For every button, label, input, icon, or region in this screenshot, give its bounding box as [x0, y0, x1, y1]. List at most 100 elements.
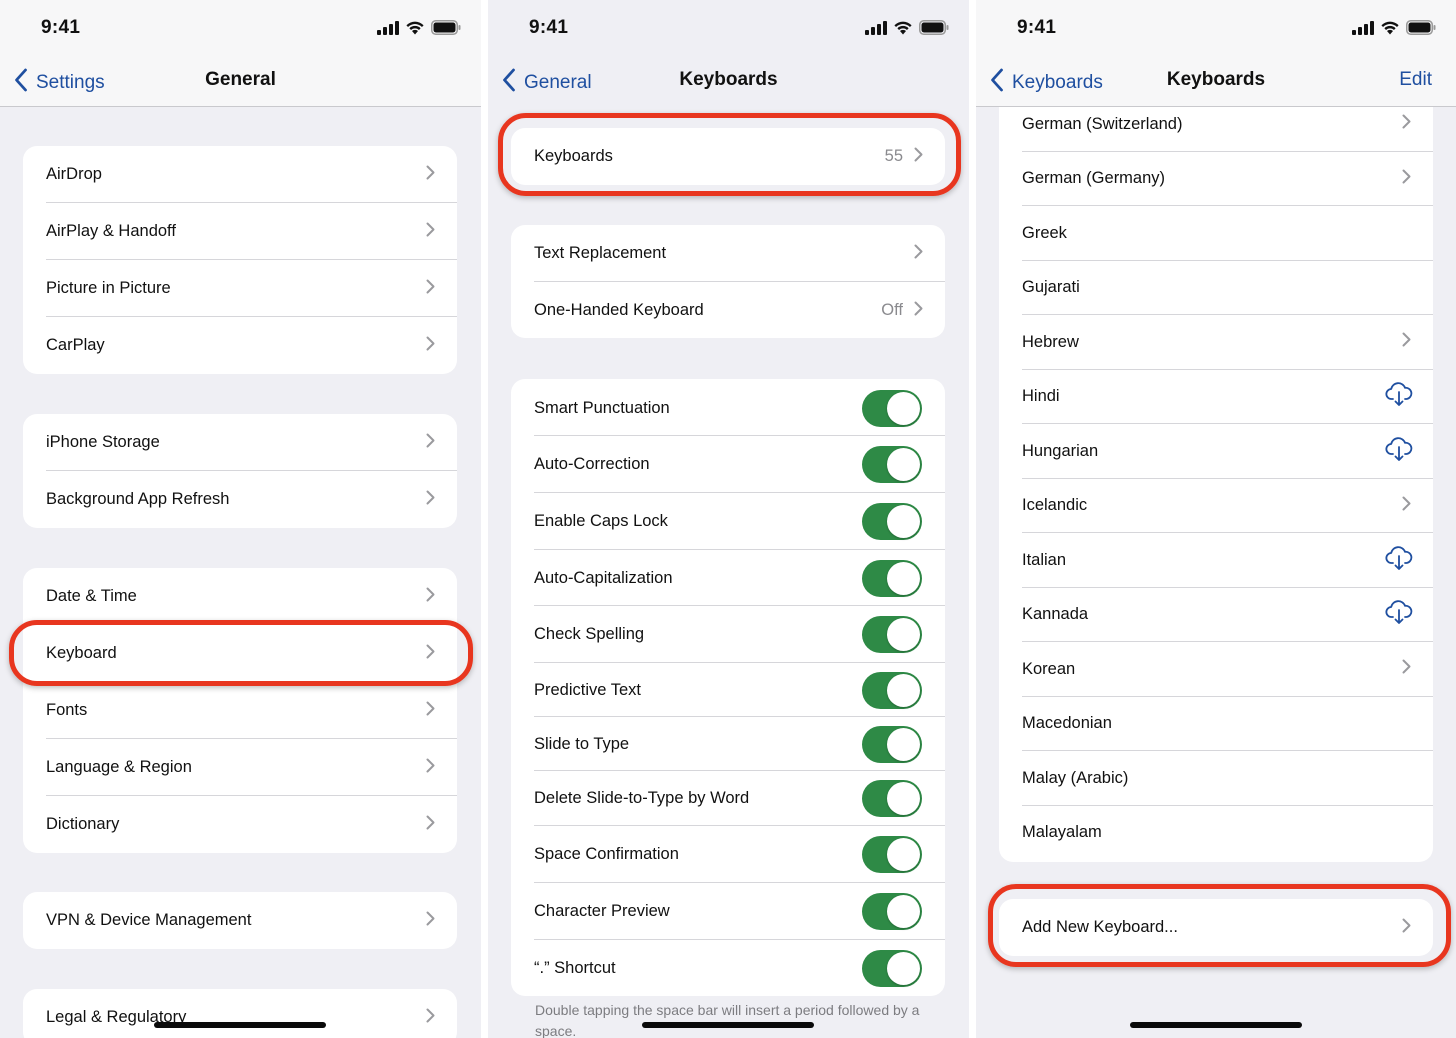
toggle-switch[interactable]	[862, 503, 922, 540]
settings-row-keyboard[interactable]: Keyboard	[23, 625, 457, 682]
cloud-download-icon[interactable]	[1385, 436, 1413, 467]
keyboard-row-macedonian[interactable]: Macedonian	[999, 697, 1433, 751]
row-label: “.” Shortcut	[534, 958, 616, 977]
row-label: Slide to Type	[534, 734, 630, 753]
row-label: Delete Slide-to-Type by Word	[534, 789, 750, 807]
settings-row-legal-regulatory[interactable]: Legal & Regulatory	[23, 989, 457, 1038]
toggle-switch[interactable]	[862, 725, 922, 763]
keyboard-row-hungarian[interactable]: Hungarian	[999, 424, 1433, 479]
settings-row-iphone-storage[interactable]: iPhone Storage	[23, 414, 457, 471]
toggle-row-slide-to-type[interactable]: Slide to Type	[511, 717, 945, 771]
cloud-download-icon[interactable]	[1385, 545, 1413, 576]
toggle-knob	[887, 391, 920, 425]
toggle-knob	[887, 951, 920, 985]
chevron-right-icon	[426, 165, 435, 185]
nav-bar: Keyboards Keyboards Edit	[976, 56, 1456, 107]
row-label: Macedonian	[1022, 714, 1112, 733]
toggle-knob	[887, 561, 920, 595]
keyboard-row-korean[interactable]: Korean	[999, 642, 1433, 697]
toggle-switch[interactable]	[862, 836, 922, 873]
settings-row-one-handed-keyboard[interactable]: One-Handed Keyboard Off	[511, 282, 945, 338]
toggle-row-predictive-text[interactable]: Predictive Text	[511, 663, 945, 717]
toggle-switch[interactable]	[862, 616, 922, 653]
wifi-icon	[405, 20, 425, 35]
row-label: Smart Punctuation	[534, 398, 670, 417]
cellular-signal-icon	[865, 20, 887, 35]
page-title: General	[205, 69, 276, 90]
settings-row-text-replacement[interactable]: Text Replacement	[511, 225, 945, 282]
settings-row-fonts[interactable]: Fonts	[23, 682, 457, 739]
page-title: Keyboards	[679, 69, 778, 90]
toggle-switch[interactable]	[862, 780, 922, 817]
settings-row-language-region[interactable]: Language & Region	[23, 739, 457, 796]
row-label: German (Germany)	[1022, 169, 1166, 188]
keyboard-row-hindi[interactable]: Hindi	[999, 370, 1433, 424]
row-label: Keyboard	[46, 644, 117, 662]
row-label: CarPlay	[46, 336, 105, 354]
add-new-keyboard-button[interactable]: Add New Keyboard...	[999, 899, 1433, 956]
toggle-switch[interactable]	[862, 446, 922, 483]
chevron-right-icon	[1402, 169, 1411, 189]
row-label: Korean	[1022, 659, 1076, 678]
toggle-switch[interactable]	[862, 389, 922, 427]
row-label: Auto-Capitalization	[534, 568, 673, 587]
toggle-row-space-confirmation[interactable]: Space Confirmation	[511, 826, 945, 883]
chevron-right-icon	[1402, 918, 1411, 938]
toggle-row-auto-capitalization[interactable]: Auto-Capitalization	[511, 550, 945, 606]
status-bar: 9:41	[488, 0, 969, 56]
cloud-download-icon[interactable]	[1385, 599, 1413, 630]
settings-row-picture-in-picture[interactable]: Picture in Picture	[23, 260, 457, 317]
keyboard-row-italian[interactable]: Italian	[999, 533, 1433, 588]
settings-row-carplay[interactable]: CarPlay	[23, 317, 457, 374]
toggle-row-check-spelling[interactable]: Check Spelling	[511, 606, 945, 663]
edit-button[interactable]: Edit	[1399, 69, 1432, 91]
settings-group: iPhone Storage Background App Refresh	[23, 414, 457, 528]
row-label: Kannada	[1022, 605, 1089, 624]
chevron-right-icon	[1402, 659, 1411, 679]
battery-icon	[919, 20, 949, 35]
settings-row-airplay-handoff[interactable]: AirPlay & Handoff	[23, 203, 457, 260]
status-bar: 9:41	[0, 0, 481, 56]
keyboard-row-icelandic[interactable]: Icelandic	[999, 479, 1433, 533]
cloud-download-icon[interactable]	[1385, 381, 1413, 412]
row-label: Background App Refresh	[46, 490, 230, 508]
toggle-row-auto-correction[interactable]: Auto-Correction	[511, 436, 945, 493]
toggle-switch[interactable]	[862, 671, 922, 709]
chevron-right-icon	[426, 587, 435, 607]
toggle-row-shortcut[interactable]: “.” Shortcut	[511, 940, 945, 996]
nav-bar: Settings General	[0, 56, 481, 107]
keyboards-row[interactable]: Keyboards 55	[511, 128, 945, 185]
keyboard-row-german-germany[interactable]: German (Germany)	[999, 152, 1433, 206]
settings-group: AirDrop AirPlay & Handoff Picture in Pictu…	[23, 146, 457, 374]
row-label: Auto-Correction	[534, 455, 650, 473]
keyboard-row-gujarati[interactable]: Gujarati	[999, 261, 1433, 315]
settings-row-date-time[interactable]: Date & Time	[23, 568, 457, 625]
toggle-knob	[887, 895, 920, 928]
keyboard-row-greek[interactable]: Greek	[999, 206, 1433, 261]
settings-row-background-app-refresh[interactable]: Background App Refresh	[23, 471, 457, 528]
toggle-switch[interactable]	[862, 949, 922, 987]
toggle-knob	[887, 448, 920, 481]
toggle-switch[interactable]	[862, 893, 922, 930]
settings-row-vpn-device-management[interactable]: VPN & Device Management	[23, 892, 457, 949]
row-label: Hindi	[1022, 387, 1060, 406]
chevron-right-icon	[426, 911, 435, 931]
keyboard-row-malayalam[interactable]: Malayalam	[999, 806, 1433, 861]
toggle-row-character-preview[interactable]: Character Preview	[511, 883, 945, 940]
toggle-row-enable-caps-lock[interactable]: Enable Caps Lock	[511, 493, 945, 550]
nav-bar: General Keyboards	[488, 56, 969, 107]
row-label: Add New Keyboard...	[1022, 918, 1178, 936]
wifi-icon	[893, 20, 913, 35]
keyboard-row-malay-arabic[interactable]: Malay (Arabic)	[999, 751, 1433, 806]
row-label: AirPlay & Handoff	[46, 222, 176, 240]
chevron-right-icon	[426, 701, 435, 721]
toggle-row-smart-punctuation[interactable]: Smart Punctuation	[511, 380, 945, 436]
settings-row-dictionary[interactable]: Dictionary	[23, 796, 457, 853]
toggle-switch[interactable]	[862, 559, 922, 597]
keyboard-row-hebrew[interactable]: Hebrew	[999, 315, 1433, 370]
settings-row-airdrop[interactable]: AirDrop	[23, 146, 457, 203]
chevron-right-icon	[426, 490, 435, 510]
keyboard-row-kannada[interactable]: Kannada	[999, 588, 1433, 642]
chevron-right-icon	[426, 336, 435, 356]
toggle-row-delete-slide-to-type-by-word[interactable]: Delete Slide-to-Type by Word	[511, 771, 945, 826]
